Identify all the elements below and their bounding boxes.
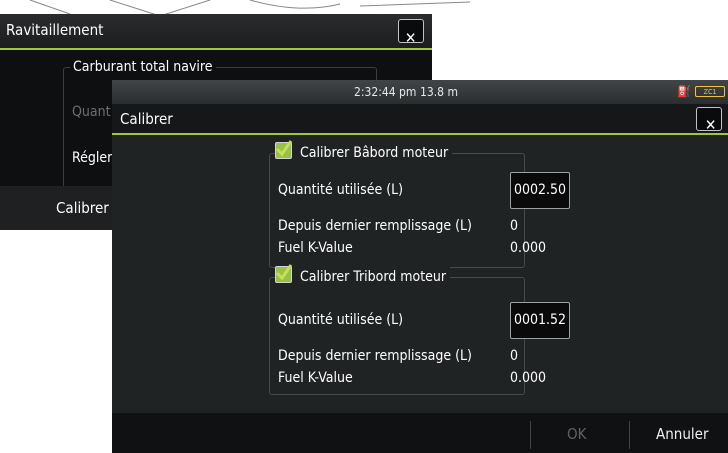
refuel-dialog-title: Ravitaillement	[6, 21, 104, 39]
port-engine-group: Calibrer Bâbord moteur Quantité utilisée…	[269, 140, 570, 268]
quantity-label: Quant	[72, 104, 111, 120]
port-engine-checkbox[interactable]	[275, 140, 293, 159]
close-icon: ✕	[405, 29, 417, 47]
calibrate-button[interactable]: Calibrer	[56, 199, 109, 217]
fuel-pump-icon: ⛽	[677, 85, 691, 98]
status-time: 2:32:44 pm	[354, 85, 417, 99]
calibrate-dialog-footer: OK Annuler	[112, 413, 728, 453]
close-icon: ✕	[705, 116, 717, 134]
starboard-k-label: Fuel K-Value	[278, 370, 353, 386]
footer-divider	[629, 421, 630, 449]
starboard-engine-header[interactable]: Calibrer Tribord moteur	[275, 264, 451, 288]
set-option[interactable]: Régler	[72, 150, 112, 166]
calibrate-dialog-title: Calibrer	[120, 110, 173, 128]
close-button[interactable]: ✕	[696, 107, 722, 134]
vessel-total-fuel-label: Carburant total navire	[70, 59, 216, 75]
starboard-engine-checkbox[interactable]	[275, 264, 293, 283]
port-since-fill-value: 0	[510, 218, 519, 234]
starboard-k-value: 0.000	[510, 370, 547, 386]
cancel-button[interactable]: Annuler	[656, 425, 709, 443]
port-used-input[interactable]: 0002.50	[510, 172, 570, 209]
refuel-dialog-titlebar: Ravitaillement ✕	[0, 14, 432, 50]
port-k-label: Fuel K-Value	[278, 240, 353, 256]
port-engine-header[interactable]: Calibrer Bâbord moteur	[275, 140, 453, 164]
status-depth: 13.8 m	[420, 85, 458, 99]
calibrate-dialog: 2:32:44 pm 13.8 m ⛽ ZC1 Calibrer ✕ Calib…	[112, 80, 728, 453]
starboard-since-fill-value: 0	[510, 348, 519, 364]
ok-button[interactable]: OK	[567, 425, 586, 443]
starboard-since-fill-label: Depuis dernier remplissage (L)	[278, 348, 472, 364]
close-button[interactable]: ✕	[398, 19, 424, 47]
checkmark-icon	[275, 264, 293, 281]
status-bar: 2:32:44 pm 13.8 m ⛽ ZC1	[112, 80, 728, 104]
zc-badge: ZC1	[695, 86, 725, 97]
calibrate-dialog-titlebar: Calibrer ✕	[112, 104, 728, 135]
starboard-engine-label: Calibrer Tribord moteur	[300, 269, 447, 285]
starboard-used-input[interactable]: 0001.52	[510, 302, 570, 339]
port-since-fill-label: Depuis dernier remplissage (L)	[278, 218, 472, 234]
starboard-engine-group: Calibrer Tribord moteur Quantité utilisé…	[269, 264, 570, 395]
port-engine-label: Calibrer Bâbord moteur	[300, 145, 449, 161]
port-used-label: Quantité utilisée (L)	[278, 182, 404, 198]
footer-divider	[530, 421, 531, 449]
checkmark-icon	[275, 140, 293, 157]
starboard-used-label: Quantité utilisée (L)	[278, 312, 404, 328]
port-k-value: 0.000	[510, 240, 547, 256]
